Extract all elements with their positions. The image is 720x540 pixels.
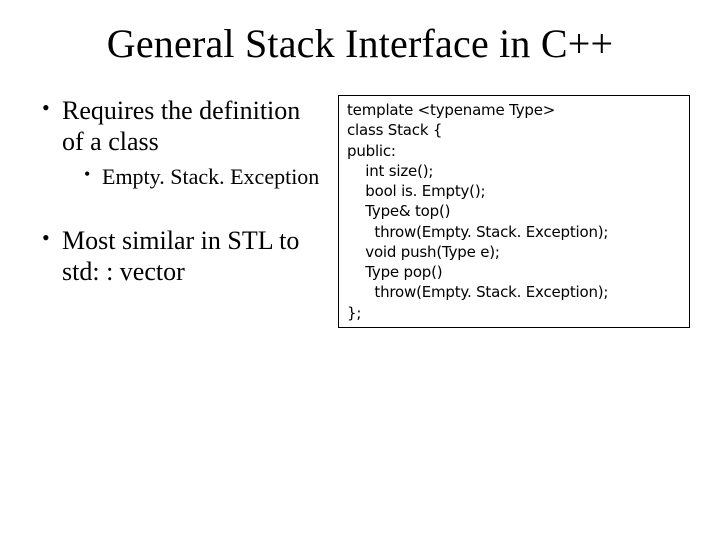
spacer bbox=[42, 197, 322, 225]
bullet-text: Most similar in STL to std: : vector bbox=[62, 226, 299, 286]
bullet-item: Most similar in STL to std: : vector bbox=[42, 225, 322, 287]
sub-bullet-text: Empty. Stack. Exception bbox=[102, 164, 319, 189]
bullet-item: Requires the definition of a class Empty… bbox=[42, 95, 322, 191]
sub-bullet-list: Empty. Stack. Exception bbox=[62, 163, 322, 191]
page-title: General Stack Interface in C++ bbox=[0, 0, 720, 67]
bullet-list-2: Most similar in STL to std: : vector bbox=[42, 225, 322, 287]
code-block: template <typename Type> class Stack { p… bbox=[338, 95, 690, 328]
sub-bullet-item: Empty. Stack. Exception bbox=[84, 163, 322, 191]
slide: General Stack Interface in C++ Requires … bbox=[0, 0, 720, 540]
bullet-text: Requires the definition of a class bbox=[62, 96, 300, 156]
bullet-list: Requires the definition of a class Empty… bbox=[42, 95, 322, 191]
right-column: template <typename Type> class Stack { p… bbox=[330, 95, 690, 328]
slide-body: Requires the definition of a class Empty… bbox=[0, 95, 720, 328]
left-column: Requires the definition of a class Empty… bbox=[0, 95, 330, 328]
